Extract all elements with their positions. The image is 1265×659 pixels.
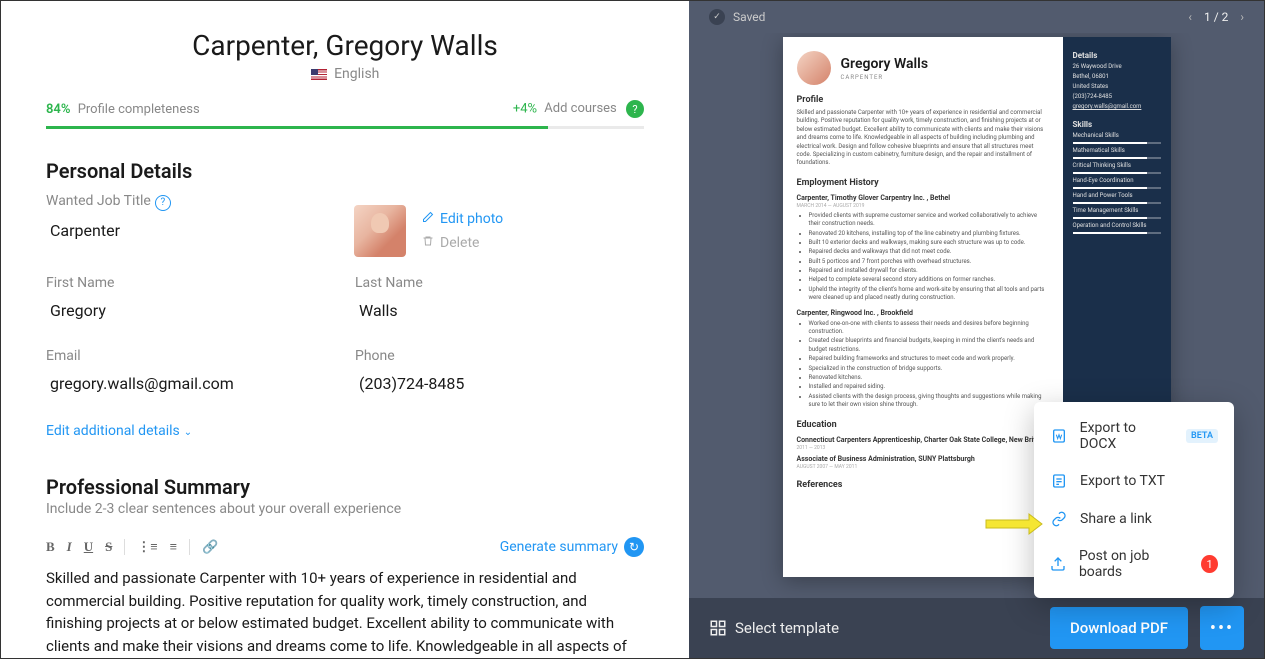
upload-icon xyxy=(1050,555,1067,573)
help-icon[interactable]: ? xyxy=(155,195,171,211)
last-name-label: Last Name xyxy=(355,275,644,291)
first-name-input[interactable] xyxy=(46,291,335,330)
help-icon[interactable]: ? xyxy=(626,100,644,118)
progress-bar xyxy=(46,126,644,129)
preview-name: Gregory Walls xyxy=(841,56,929,72)
ol-button[interactable]: ⋮≡ xyxy=(137,539,157,555)
page-indicator: 1 / 2 xyxy=(1204,10,1228,24)
post-jobs-label: Post on job boards xyxy=(1079,548,1189,580)
email-input[interactable] xyxy=(46,364,335,403)
chevron-down-icon: ⌄ xyxy=(184,427,192,438)
preview-edu2-date: AUGUST 2007 — MAY 2011 xyxy=(797,464,1049,470)
txt-icon xyxy=(1050,472,1068,490)
language-label: English xyxy=(334,66,379,82)
export-txt-item[interactable]: Export to TXT xyxy=(1034,462,1234,500)
export-docx-item[interactable]: Export to DOCX BETA xyxy=(1034,410,1234,462)
share-link-item[interactable]: Share a link xyxy=(1034,500,1234,538)
export-txt-label: Export to TXT xyxy=(1080,473,1165,489)
preview-edu-h: Education xyxy=(797,420,1049,430)
preview-job2-h: Carpenter, Ringwood Inc. , Brookfield xyxy=(797,309,1049,317)
refresh-icon: ↻ xyxy=(624,537,644,557)
beta-badge: BETA xyxy=(1186,429,1218,443)
next-page-button[interactable]: › xyxy=(1240,10,1244,24)
saved-label: Saved xyxy=(733,10,765,24)
prev-page-button[interactable]: ‹ xyxy=(1188,10,1192,24)
editor-toolbar: B I U S ⋮≡ ≡ 🔗 Generate summary ↻ xyxy=(46,531,644,563)
docx-icon xyxy=(1050,427,1068,445)
job-title-label: Wanted Job Title? xyxy=(46,193,334,211)
add-courses-hint[interactable]: +4% Add courses ? xyxy=(513,100,644,118)
generate-summary-button[interactable]: Generate summary ↻ xyxy=(500,537,644,557)
preview-emp-h: Employment History xyxy=(797,178,1049,188)
preview-edu1-date: 2011 — 2013 xyxy=(797,445,1049,451)
preview-job2-bullets: Worked one-on-one with clients to assess… xyxy=(797,320,1049,410)
language-row[interactable]: English xyxy=(46,66,644,82)
grid-icon xyxy=(709,619,727,637)
preview-skills-h: Skills xyxy=(1073,120,1161,129)
email-label: Email xyxy=(46,348,335,364)
download-pdf-button[interactable]: Download PDF xyxy=(1050,607,1188,649)
edit-additional-link[interactable]: Edit additional details⌄ xyxy=(46,423,192,439)
share-link-label: Share a link xyxy=(1080,511,1152,527)
post-jobs-item[interactable]: Post on job boards 1 xyxy=(1034,538,1234,590)
completeness: 84% Profile completeness xyxy=(46,102,200,117)
phone-input[interactable] xyxy=(355,364,644,403)
select-template-button[interactable]: Select template xyxy=(709,619,839,637)
completeness-pct: 84% xyxy=(46,102,70,117)
flag-icon xyxy=(311,69,327,80)
preview-details-list: 26 Waywood DriveBethel, 06801United Stat… xyxy=(1073,63,1161,110)
summary-heading: Professional Summary xyxy=(46,475,644,499)
preview-skills-list: Mechanical SkillsMathematical SkillsCrit… xyxy=(1073,132,1161,234)
italic-button[interactable]: I xyxy=(67,539,72,555)
edit-photo-link[interactable]: Edit photo xyxy=(422,211,503,227)
arrow-annotation xyxy=(984,512,1044,540)
delete-photo-link[interactable]: Delete xyxy=(422,235,503,251)
saved-check-icon: ✓ xyxy=(709,9,725,25)
preview-edu2: Associate of Business Administration, SU… xyxy=(797,455,1049,463)
completeness-label: Profile completeness xyxy=(78,102,200,117)
hint-plus: +4% xyxy=(513,101,537,116)
underline-button[interactable]: U xyxy=(84,539,93,555)
phone-label: Phone xyxy=(355,348,644,364)
preview-job1-bullets: Provided clients with supreme customer s… xyxy=(797,212,1049,303)
export-menu: Export to DOCX BETA Export to TXT Share … xyxy=(1034,402,1234,598)
bold-button[interactable]: B xyxy=(46,539,55,555)
preview-profile-txt: Skilled and passionate Carpenter with 10… xyxy=(797,109,1049,168)
avatar[interactable] xyxy=(354,205,406,257)
more-options-button[interactable]: ••• xyxy=(1200,606,1244,650)
export-docx-label: Export to DOCX xyxy=(1080,420,1174,452)
preview-profile-h: Profile xyxy=(797,95,1049,105)
summary-sub: Include 2-3 clear sentences about your o… xyxy=(46,501,644,517)
link-button[interactable]: 🔗 xyxy=(202,539,218,555)
preview-ref-h: References xyxy=(797,480,1049,490)
notification-badge: 1 xyxy=(1201,555,1218,573)
preview-job: CARPENTER xyxy=(841,74,929,81)
page-title: Carpenter, Gregory Walls xyxy=(46,29,644,62)
preview-job1-date: MARCH 2014 — AUGUST 2019 xyxy=(797,203,1049,209)
preview-details-h: Details xyxy=(1073,51,1161,60)
first-name-label: First Name xyxy=(46,275,335,291)
personal-details-heading: Personal Details xyxy=(46,159,644,183)
last-name-input[interactable] xyxy=(355,291,644,330)
preview-job1-h: Carpenter, Timothy Glover Carpentry Inc.… xyxy=(797,194,1049,202)
preview-avatar xyxy=(797,51,831,85)
link-icon xyxy=(1050,510,1068,528)
job-title-input[interactable] xyxy=(46,211,334,250)
preview-edu1: Connecticut Carpenters Apprenticeship, C… xyxy=(797,436,1049,444)
ul-button[interactable]: ≡ xyxy=(170,539,177,555)
strike-button[interactable]: S xyxy=(105,539,112,555)
summary-editor[interactable]: Skilled and passionate Carpenter with 10… xyxy=(46,567,644,658)
hint-text: Add courses xyxy=(544,101,616,116)
